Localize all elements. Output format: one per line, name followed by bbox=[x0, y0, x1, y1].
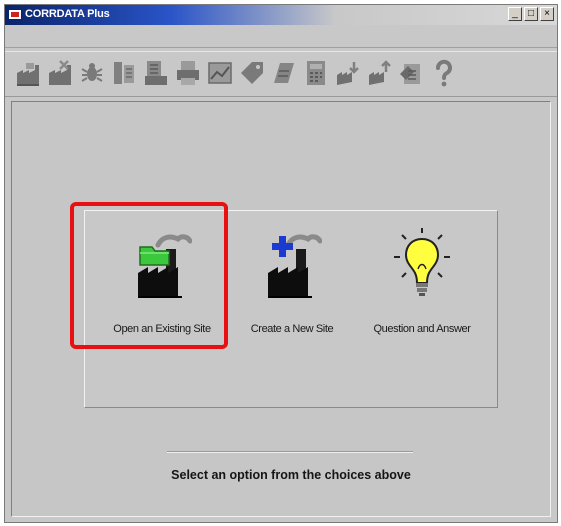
wave-icon[interactable] bbox=[269, 57, 299, 89]
create-new-site-option[interactable]: Create a New Site bbox=[227, 227, 357, 337]
inspection-icon[interactable] bbox=[109, 57, 139, 89]
close-site-icon[interactable] bbox=[45, 57, 75, 89]
app-icon[interactable] bbox=[8, 9, 22, 20]
divider bbox=[167, 451, 413, 453]
upload-icon[interactable] bbox=[365, 57, 395, 89]
lightbulb-icon bbox=[394, 228, 450, 296]
report-icon[interactable] bbox=[141, 57, 171, 89]
window-controls: _ □ × bbox=[508, 7, 554, 21]
factory-plus-icon bbox=[268, 234, 322, 298]
question-answer-option[interactable]: Question and Answer bbox=[357, 227, 487, 337]
tag-icon[interactable] bbox=[237, 57, 267, 89]
selection-highlight bbox=[70, 202, 228, 349]
create-new-site-label: Create a New Site bbox=[250, 323, 334, 335]
properties-icon[interactable] bbox=[397, 57, 427, 89]
chart-icon[interactable] bbox=[205, 57, 235, 89]
instruction-text: Select an option from the choices above bbox=[171, 468, 411, 482]
open-site-icon[interactable] bbox=[13, 57, 43, 89]
maximize-button[interactable]: □ bbox=[524, 7, 538, 21]
help-icon[interactable] bbox=[429, 57, 459, 89]
download-icon[interactable] bbox=[333, 57, 363, 89]
window-title: CORRDATA Plus bbox=[25, 8, 110, 20]
bug-icon[interactable] bbox=[77, 57, 107, 89]
printer-icon[interactable] bbox=[173, 57, 203, 89]
calculator-icon[interactable] bbox=[301, 57, 331, 89]
close-button[interactable]: × bbox=[540, 7, 554, 21]
title-bar[interactable]: CORRDATA Plus _ □ × bbox=[5, 5, 557, 25]
toolbar bbox=[5, 51, 557, 97]
minimize-button[interactable]: _ bbox=[508, 7, 522, 21]
menu-bar bbox=[5, 25, 557, 48]
question-answer-label: Question and Answer bbox=[373, 323, 471, 335]
